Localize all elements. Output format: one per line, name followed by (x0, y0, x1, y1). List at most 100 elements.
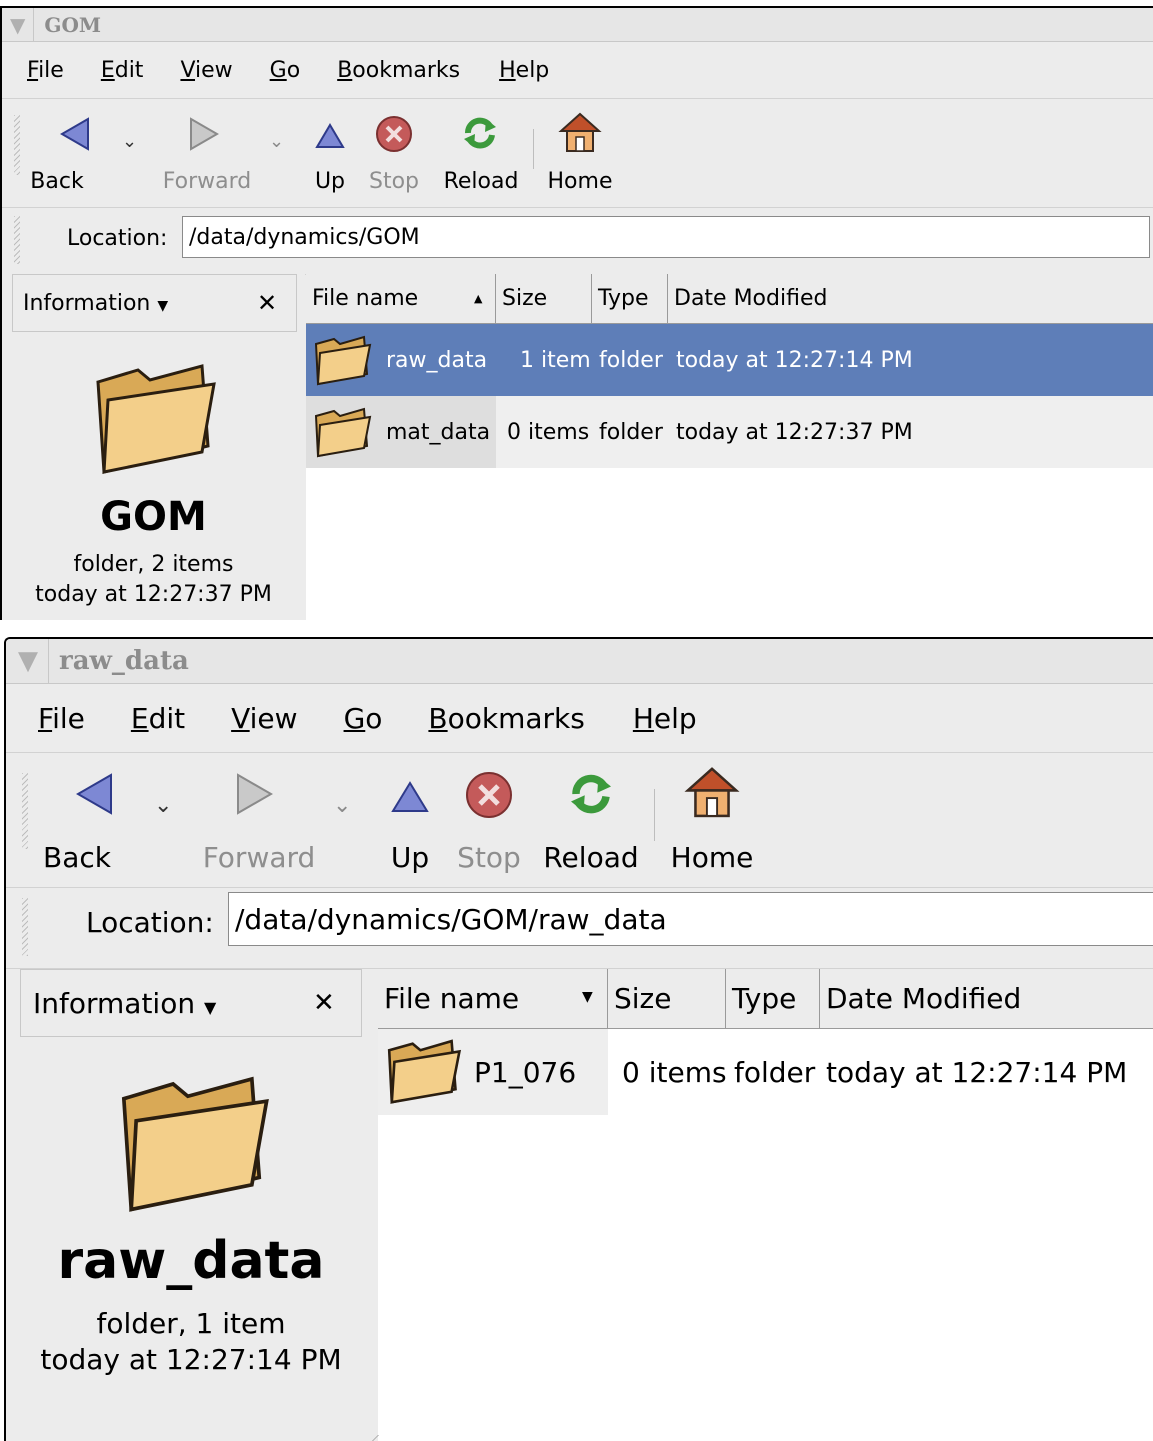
menu-bar: File Edit View Go Bookmarks Help (2, 42, 1153, 99)
menu-bar: File Edit View Go Bookmarks Help (6, 684, 1153, 753)
side-pane-header: Information ▼ ✕ (12, 274, 297, 332)
toolbar-grip[interactable] (14, 115, 20, 175)
side-pane-selector[interactable]: Information ▼ (23, 291, 168, 316)
file-name-cell: raw_data (386, 347, 488, 373)
menu-file[interactable]: File (38, 702, 85, 735)
sort-descending-icon: ▼ (582, 989, 593, 1005)
menu-edit[interactable]: Edit (101, 58, 144, 83)
file-date-cell: today at 12:27:14 PM (826, 1055, 1128, 1089)
column-header-date-modified[interactable]: Date Modified (820, 969, 1153, 1029)
title-separator (33, 8, 35, 41)
menu-view[interactable]: View (231, 702, 297, 735)
location-bar: Location: /data/dynamics/GOM (2, 208, 1153, 275)
forward-label: Forward (162, 169, 252, 194)
column-header-type-label: Type (598, 286, 649, 311)
column-header-size[interactable]: Size (496, 274, 592, 324)
sort-ascending-icon: ▲ (474, 292, 483, 305)
home-button[interactable]: Home (666, 765, 758, 875)
side-pane: Information ▼ ✕ GOM folder, 2 items toda… (2, 274, 305, 620)
chevron-down-icon: ▼ (157, 297, 169, 314)
side-pane-modified: today at 12:27:14 PM (40, 1343, 342, 1376)
file-type-cell: folder (599, 347, 663, 373)
menu-help[interactable]: Help (499, 58, 549, 83)
file-type-cell: folder (599, 419, 663, 445)
reload-button[interactable]: Reload (538, 765, 644, 875)
menu-go[interactable]: Go (270, 58, 301, 83)
menu-file[interactable]: File (27, 58, 64, 83)
table-row[interactable]: raw_data 1 item folder today at 12:27:14… (306, 324, 1153, 396)
up-label: Up (314, 169, 346, 194)
close-icon[interactable]: ✕ (313, 988, 335, 1018)
stop-button[interactable]: Stop (364, 109, 424, 199)
back-label: Back (30, 169, 84, 194)
forward-label: Forward (202, 841, 316, 874)
toolbar-grip[interactable] (22, 773, 28, 849)
location-value: /data/dynamics/GOM (189, 224, 420, 250)
column-header-date-modified[interactable]: Date Modified (668, 274, 1153, 324)
side-pane: Information ▼ ✕ raw_data folder, 1 item … (6, 969, 378, 1441)
stop-label: Stop (368, 169, 419, 194)
up-label: Up (390, 841, 430, 874)
location-input[interactable]: /data/dynamics/GOM (182, 216, 1150, 258)
forward-arrow-icon (237, 773, 274, 815)
forward-history-dropdown[interactable]: ⌄ (333, 793, 351, 818)
forward-button[interactable]: Forward (192, 765, 326, 875)
menu-bookmarks[interactable]: Bookmarks (428, 702, 584, 735)
home-icon (558, 112, 602, 152)
reload-button[interactable]: Reload (438, 109, 524, 199)
column-header-row: File name ▼ Size Type Date Modified (378, 969, 1153, 1029)
home-label: Home (547, 169, 613, 194)
up-button[interactable]: Up (378, 765, 442, 875)
column-header-type[interactable]: Type (726, 969, 820, 1029)
up-button[interactable]: Up (305, 109, 355, 199)
location-grip[interactable] (22, 898, 28, 956)
side-pane-folder-name: GOM (100, 494, 207, 540)
table-row[interactable]: P1_076 0 items folder today at 12:27:14 … (378, 1029, 1153, 1115)
file-size-cell: 1 item (520, 347, 591, 373)
menu-edit[interactable]: Edit (131, 702, 185, 735)
folder-icon (314, 335, 372, 386)
menu-view[interactable]: View (180, 58, 232, 83)
back-history-dropdown[interactable]: ⌄ (154, 793, 172, 818)
stop-button[interactable]: Stop (452, 765, 526, 875)
column-header-type[interactable]: Type (592, 274, 668, 324)
menu-help[interactable]: Help (633, 702, 697, 735)
location-input[interactable]: /data/dynamics/GOM/raw_data (228, 892, 1153, 946)
folder-icon (121, 1076, 269, 1212)
folder-icon (314, 407, 372, 458)
home-button[interactable]: Home (542, 109, 618, 199)
column-header-date-modified-label: Date Modified (826, 982, 1022, 1015)
column-header-file-name-label: File name (384, 982, 520, 1015)
window-menu-icon[interactable]: ▼ (10, 13, 25, 37)
column-header-file-name[interactable]: File name ▼ (378, 969, 608, 1029)
table-row[interactable]: mat_data 0 items folder today at 12:27:3… (306, 396, 1153, 468)
folder-icon (96, 364, 216, 474)
file-size-cell: 0 items (507, 419, 590, 445)
back-button[interactable]: Back (43, 765, 146, 875)
forward-button[interactable]: Forward (152, 109, 262, 199)
close-icon[interactable]: ✕ (257, 289, 277, 317)
back-history-dropdown[interactable]: ⌄ (122, 131, 137, 152)
column-header-size[interactable]: Size (608, 969, 726, 1029)
reload-label: Reload (443, 169, 519, 194)
menu-go[interactable]: Go (344, 702, 383, 735)
side-pane-header: Information ▼ ✕ (20, 969, 362, 1037)
file-name-cell: P1_076 (474, 1055, 577, 1089)
stop-icon (466, 772, 512, 818)
column-header-file-name-label: File name (312, 286, 419, 311)
back-button[interactable]: Back (30, 109, 112, 199)
location-grip[interactable] (14, 216, 20, 264)
menu-bookmarks[interactable]: Bookmarks (337, 58, 460, 83)
side-pane-selector[interactable]: Information ▼ (33, 987, 216, 1020)
title-bar: ▼ raw_data (6, 639, 1153, 684)
forward-arrow-icon (190, 117, 219, 151)
file-type-cell: folder (734, 1055, 816, 1089)
forward-history-dropdown[interactable]: ⌄ (269, 131, 284, 152)
side-pane-selector-label: Information (23, 290, 151, 316)
column-header-row: File name ▲ Size Type Date Modified (306, 274, 1153, 324)
column-header-file-name[interactable]: File name ▲ (306, 274, 496, 324)
side-pane-folder-info: folder, 2 items (73, 552, 234, 577)
file-browser-window: ▼ raw_data File Edit View Go Bookmarks H… (4, 637, 1153, 1441)
window-menu-icon[interactable]: ▼ (18, 646, 38, 676)
chevron-down-icon: ▼ (204, 997, 217, 1017)
